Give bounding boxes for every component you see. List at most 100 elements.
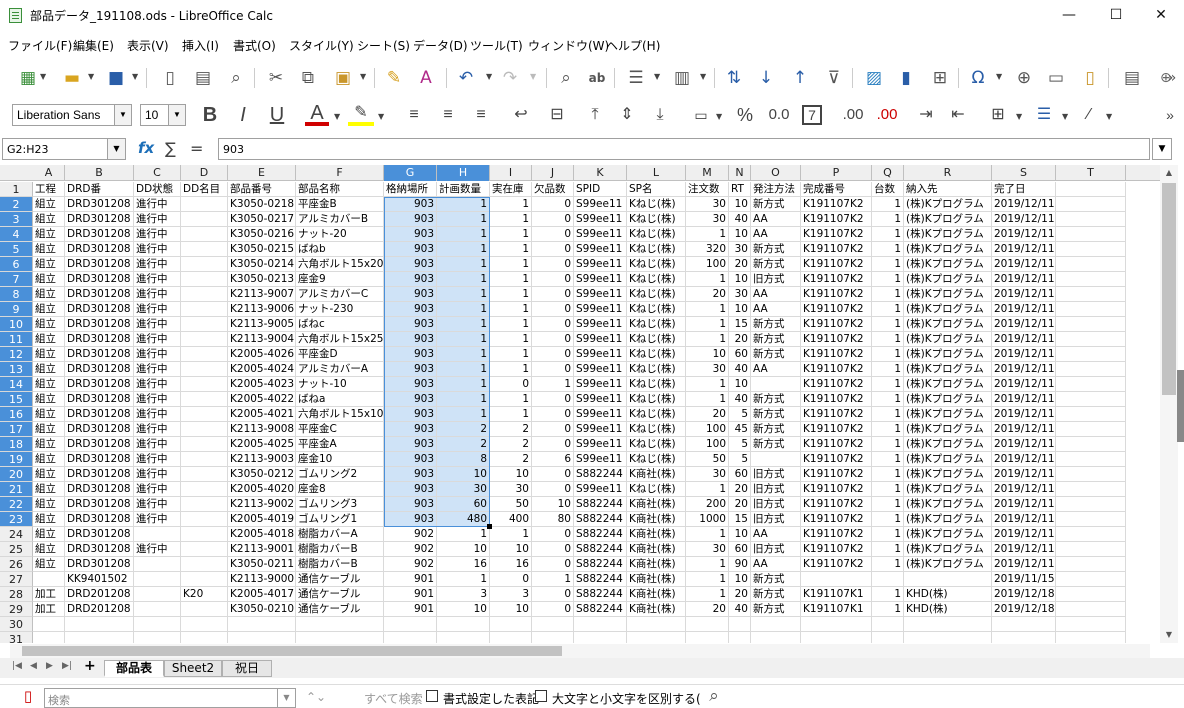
table-cell[interactable]: 10 bbox=[437, 602, 490, 617]
table-cell[interactable]: Kねじ(株) bbox=[627, 482, 686, 497]
table-cell[interactable]: 2 bbox=[490, 437, 532, 452]
row-dropdown-icon[interactable]: ▼ bbox=[654, 72, 660, 81]
table-cell[interactable] bbox=[1056, 392, 1126, 407]
comment-icon[interactable]: ▭ bbox=[1046, 68, 1066, 88]
table-cell[interactable]: 10 bbox=[686, 347, 729, 362]
table-cell[interactable]: K191107K1 bbox=[801, 587, 872, 602]
table-cell[interactable]: K商社(株) bbox=[627, 587, 686, 602]
table-cell[interactable]: Kねじ(株) bbox=[627, 347, 686, 362]
table-cell[interactable] bbox=[65, 617, 134, 632]
row-header[interactable]: 16 bbox=[0, 407, 33, 422]
table-cell[interactable]: DRD301208 bbox=[65, 497, 134, 512]
table-cell[interactable]: 1 bbox=[490, 332, 532, 347]
align-top-icon[interactable]: ⤒ bbox=[583, 100, 607, 130]
table-cell[interactable]: 新方式 bbox=[751, 587, 801, 602]
bold-button[interactable]: B bbox=[198, 100, 222, 130]
table-cell[interactable]: 20 bbox=[729, 587, 751, 602]
table-cell[interactable]: Kねじ(株) bbox=[627, 242, 686, 257]
column-header-L[interactable]: L bbox=[627, 165, 686, 181]
table-cell[interactable]: 1 bbox=[437, 242, 490, 257]
table-cell[interactable]: K商社(株) bbox=[627, 602, 686, 617]
table-cell[interactable]: S882244 bbox=[574, 512, 627, 527]
table-cell[interactable]: 903 bbox=[384, 317, 437, 332]
column-header-B[interactable]: B bbox=[65, 165, 134, 181]
table-cell[interactable]: 1 bbox=[532, 572, 574, 587]
table-cell[interactable]: 1 bbox=[437, 362, 490, 377]
table-cell[interactable]: ナット-20 bbox=[296, 227, 384, 242]
table-cell[interactable]: 10 bbox=[729, 527, 751, 542]
column-header-I[interactable]: I bbox=[490, 165, 532, 181]
table-cell[interactable]: 1 bbox=[437, 257, 490, 272]
table-cell[interactable]: 903 bbox=[384, 302, 437, 317]
table-cell[interactable]: Kねじ(株) bbox=[627, 272, 686, 287]
table-cell[interactable]: K3050-0216 bbox=[228, 227, 296, 242]
table-cell[interactable]: (株)Kプログラム bbox=[904, 392, 992, 407]
row-header[interactable]: 9 bbox=[0, 302, 33, 317]
table-cell[interactable]: 30 bbox=[729, 287, 751, 302]
table-cell[interactable]: KHD(株) bbox=[904, 587, 992, 602]
table-cell[interactable]: S99ee11 bbox=[574, 242, 627, 257]
table-cell[interactable]: K3050-0215 bbox=[228, 242, 296, 257]
table-cell[interactable]: S99ee11 bbox=[574, 317, 627, 332]
table-cell[interactable]: K191107K2 bbox=[801, 197, 872, 212]
table-cell[interactable]: S99ee11 bbox=[574, 272, 627, 287]
menu-view[interactable]: 表示(V) bbox=[127, 37, 169, 54]
table-cell[interactable]: 進行中 bbox=[134, 542, 181, 557]
table-cell[interactable]: K191107K2 bbox=[801, 467, 872, 482]
row-header[interactable]: 19 bbox=[0, 452, 33, 467]
table-cell[interactable]: (株)Kプログラム bbox=[904, 212, 992, 227]
table-cell[interactable] bbox=[992, 617, 1056, 632]
table-cell[interactable]: K191107K2 bbox=[801, 527, 872, 542]
print-icon[interactable]: ▤ bbox=[193, 68, 213, 88]
table-cell[interactable]: 0 bbox=[532, 407, 574, 422]
border-style-icon[interactable]: ☰ bbox=[1030, 100, 1058, 130]
table-cell[interactable]: 座金10 bbox=[296, 452, 384, 467]
table-cell[interactable]: 10 bbox=[437, 542, 490, 557]
table-cell[interactable]: 903 bbox=[384, 512, 437, 527]
table-cell[interactable]: アルミカバーA bbox=[296, 362, 384, 377]
table-cell[interactable]: S99ee11 bbox=[574, 422, 627, 437]
table-cell[interactable] bbox=[33, 572, 65, 587]
table-cell[interactable]: 新方式 bbox=[751, 602, 801, 617]
horizontal-scroll-thumb[interactable] bbox=[22, 646, 562, 656]
table-cell[interactable]: 組立 bbox=[33, 542, 65, 557]
table-cell[interactable]: 40 bbox=[729, 392, 751, 407]
sheet-tab-parts[interactable]: 部品表 bbox=[104, 660, 164, 677]
table-cell[interactable]: S882244 bbox=[574, 572, 627, 587]
align-middle-icon[interactable]: ⇕ bbox=[615, 100, 639, 130]
column-header-P[interactable]: P bbox=[801, 165, 872, 181]
table-cell[interactable]: DRD301208 bbox=[65, 392, 134, 407]
open-dropdown-icon[interactable]: ▼ bbox=[88, 72, 94, 81]
table-cell[interactable]: 1 bbox=[872, 422, 904, 437]
table-cell[interactable] bbox=[751, 632, 801, 643]
row-header[interactable]: 15 bbox=[0, 392, 33, 407]
table-cell[interactable]: K191107K2 bbox=[801, 437, 872, 452]
table-cell[interactable]: DRD301208 bbox=[65, 197, 134, 212]
table-cell[interactable] bbox=[1056, 302, 1126, 317]
table-cell[interactable]: 30 bbox=[686, 542, 729, 557]
table-cell[interactable]: S99ee11 bbox=[574, 437, 627, 452]
table-cell[interactable]: 1 bbox=[686, 557, 729, 572]
row-header[interactable]: 6 bbox=[0, 257, 33, 272]
table-cell[interactable]: K2113-9000 bbox=[228, 572, 296, 587]
table-cell[interactable] bbox=[65, 632, 134, 643]
table-cell[interactable]: 新方式 bbox=[751, 437, 801, 452]
table-cell[interactable]: K3050-0210 bbox=[228, 602, 296, 617]
table-cell[interactable]: 20 bbox=[686, 407, 729, 422]
table-cell[interactable]: DRD301208 bbox=[65, 227, 134, 242]
table-cell[interactable]: 1 bbox=[872, 407, 904, 422]
table-cell[interactable]: K2005-4018 bbox=[228, 527, 296, 542]
align-right-icon[interactable]: ≡ bbox=[469, 100, 493, 130]
percent-format-button[interactable]: % bbox=[734, 100, 756, 130]
table-cell[interactable]: 50 bbox=[686, 452, 729, 467]
header-cell[interactable]: 部品番号 bbox=[228, 182, 296, 197]
table-cell[interactable]: 0 bbox=[532, 467, 574, 482]
row-header[interactable]: 26 bbox=[0, 557, 33, 572]
table-cell[interactable]: 1 bbox=[872, 557, 904, 572]
table-cell[interactable]: 30 bbox=[437, 482, 490, 497]
table-cell[interactable]: 40 bbox=[729, 602, 751, 617]
font-name-combobox[interactable]: Liberation Sans ▼ bbox=[12, 104, 132, 126]
table-cell[interactable] bbox=[532, 632, 574, 643]
table-cell[interactable]: 進行中 bbox=[134, 437, 181, 452]
table-cell[interactable]: Kねじ(株) bbox=[627, 212, 686, 227]
